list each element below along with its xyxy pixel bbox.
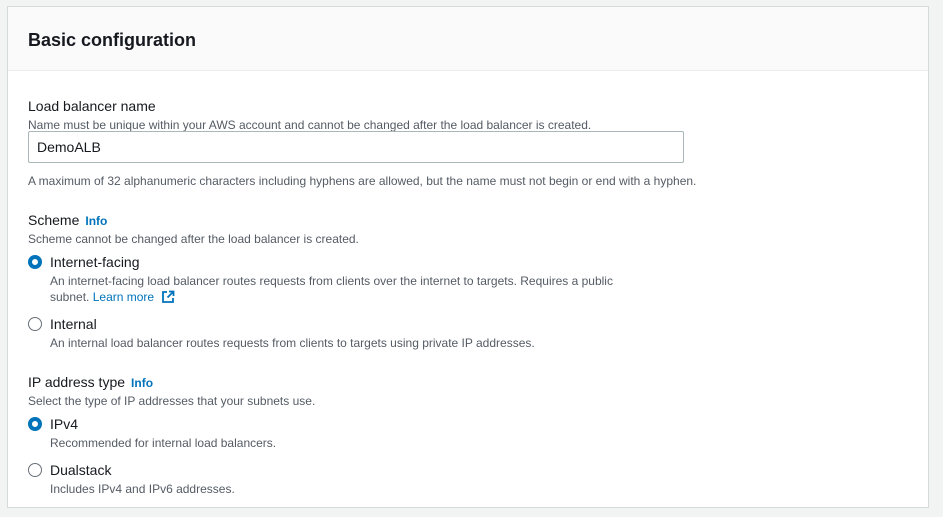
internet-facing-label[interactable]: Internet-facing (50, 253, 140, 271)
ipv4-description: Recommended for internal load balancers. (50, 436, 277, 450)
learn-more-link[interactable]: Learn more (93, 290, 154, 304)
ipv4-radio[interactable] (28, 417, 42, 431)
internal-description: An internal load balancer routes request… (50, 336, 535, 350)
ipv4-label[interactable]: IPv4 (50, 415, 78, 433)
ip-type-label: IP address type (28, 374, 126, 390)
scheme-label-row: Scheme Info (28, 211, 107, 230)
internet-facing-description-tail: subnet. (50, 290, 90, 304)
internal-label[interactable]: Internal (50, 315, 97, 333)
scheme-label: Scheme (28, 212, 80, 228)
panel-title: Basic configuration (28, 30, 197, 50)
dualstack-label[interactable]: Dualstack (50, 461, 111, 479)
internet-facing-description-line1: An internet-facing load balancer routes … (50, 274, 613, 288)
scheme-description: Scheme cannot be changed after the load … (28, 232, 359, 246)
dualstack-radio[interactable] (28, 463, 42, 477)
ip-type-label-row: IP address type Info (28, 373, 153, 392)
lb-name-constraint: A maximum of 32 alphanumeric characters … (28, 174, 697, 188)
ip-type-description: Select the type of IP addresses that you… (28, 394, 316, 408)
internet-facing-radio[interactable] (28, 255, 42, 269)
internal-radio[interactable] (28, 317, 42, 331)
lb-name-input[interactable] (28, 131, 684, 163)
scheme-info-link[interactable]: Info (85, 214, 107, 228)
internet-facing-description-line2: subnet. Learn more (50, 289, 175, 308)
panel-header: Basic configuration (8, 7, 928, 71)
basic-configuration-panel: Basic configuration Load balancer name N… (7, 6, 929, 508)
lb-name-label: Load balancer name (28, 98, 156, 114)
ip-type-info-link[interactable]: Info (131, 376, 153, 390)
external-link-icon[interactable] (161, 290, 175, 308)
dualstack-description: Includes IPv4 and IPv6 addresses. (50, 482, 235, 496)
